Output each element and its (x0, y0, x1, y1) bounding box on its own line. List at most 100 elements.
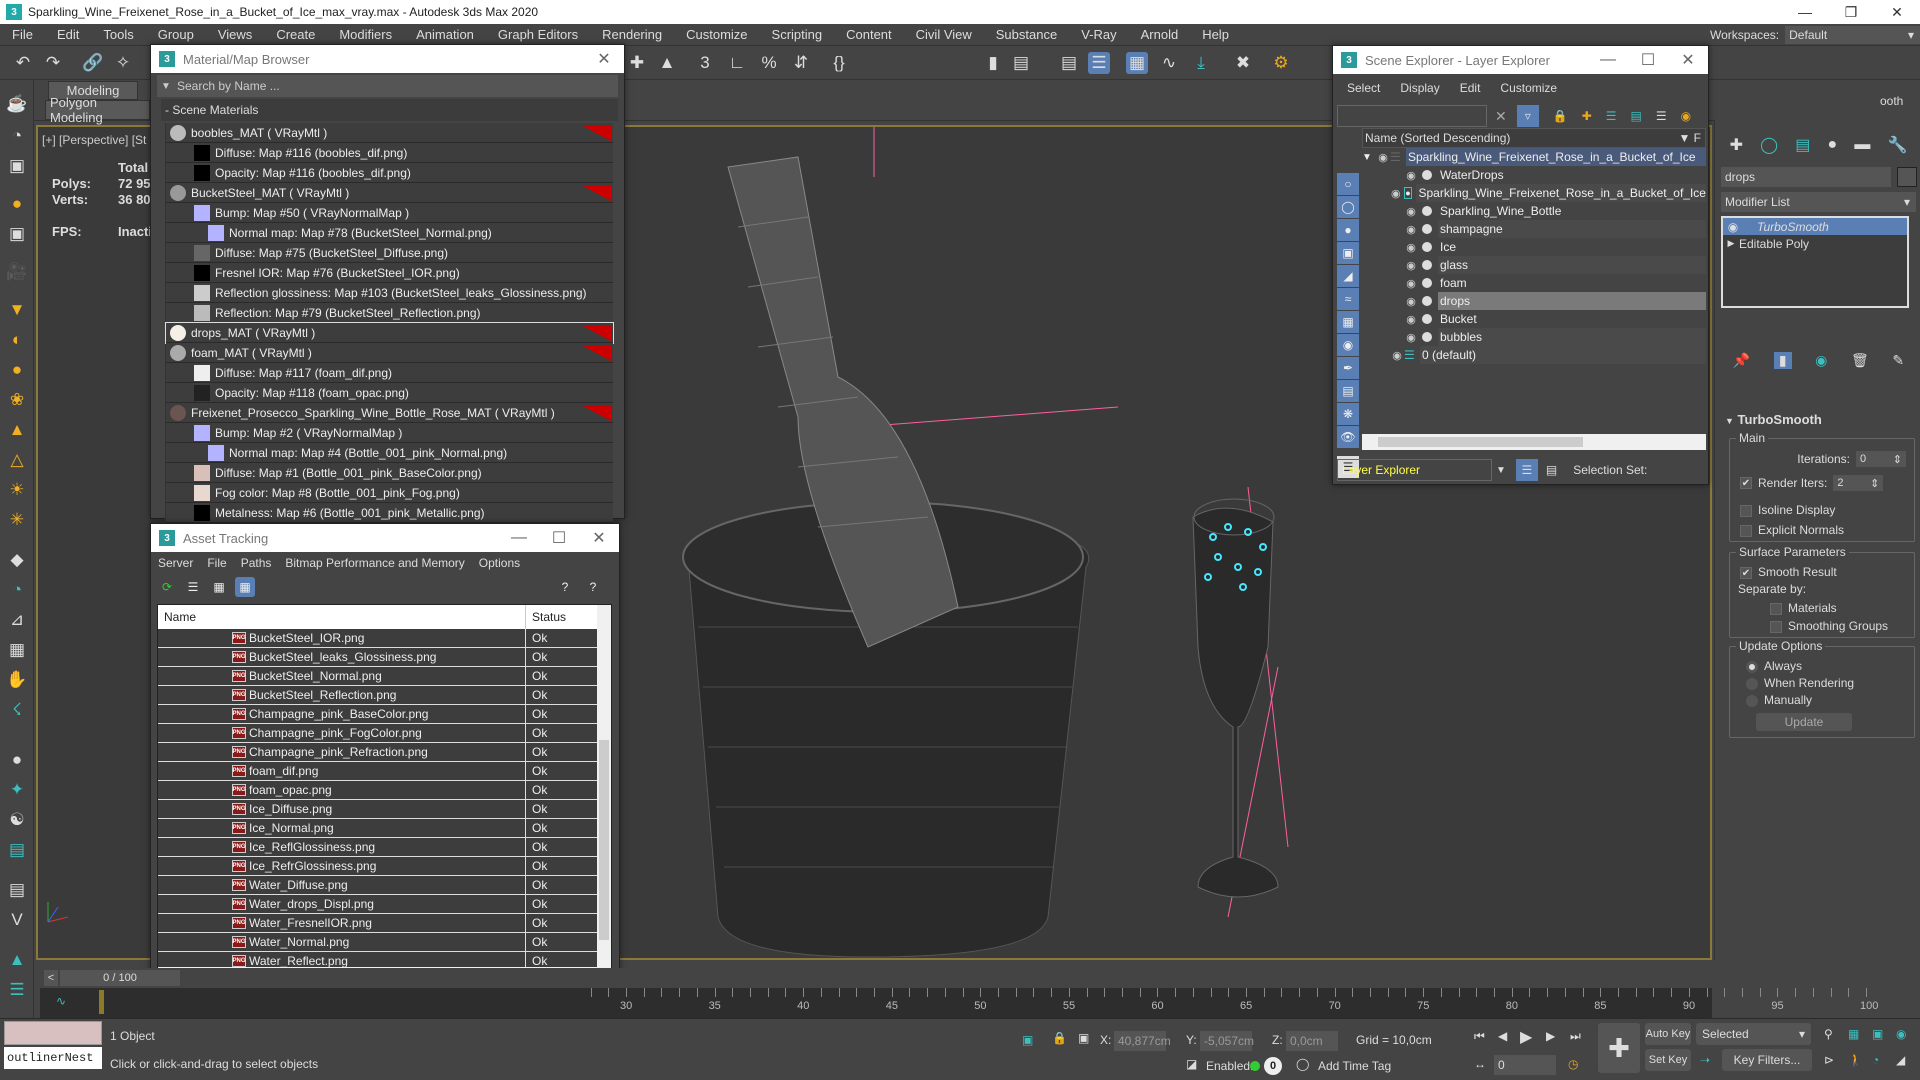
object-row[interactable]: ◉ Ice (1362, 238, 1706, 256)
object-row[interactable]: ◉ drops (1362, 292, 1706, 310)
ribbon-polygon-modeling[interactable]: Polygon Modeling (45, 95, 150, 125)
close-icon[interactable]: ✕ (1668, 46, 1708, 74)
object-row[interactable]: ◉ Bucket (1362, 310, 1706, 328)
curve-editor-icon[interactable]: ∿ (1158, 52, 1180, 74)
map-item[interactable]: Opacity: Map #118 (foam_opac.png) (166, 383, 613, 403)
zoom-icon[interactable]: ⚲ (1824, 1027, 1833, 1041)
ambient-light-icon[interactable]: △ (5, 448, 29, 472)
modifier-list-dropdown[interactable]: Modifier List ▾ (1721, 192, 1916, 212)
isolate-selection-icon[interactable]: ▣ (1022, 1033, 1033, 1047)
material-browser-titlebar[interactable]: 3 Material/Map Browser ✕ (151, 45, 624, 73)
maximize-viewport-icon[interactable]: ◢ (1896, 1053, 1905, 1067)
sphere-light-icon[interactable]: ● (5, 358, 29, 382)
time-configuration-icon[interactable]: ◷ (1568, 1057, 1578, 1071)
time-tag-icon[interactable]: ◯ (1296, 1057, 1309, 1071)
menu-file[interactable]: File (0, 27, 45, 42)
map-item[interactable]: Diffuse: Map #1 (Bottle_001_pink_BaseCol… (166, 463, 613, 483)
move-icon[interactable]: ✚ (626, 52, 648, 74)
triangle-down-icon[interactable]: ▼ (161, 81, 171, 92)
utilities-tab-icon[interactable]: 🔧 (1887, 135, 1907, 155)
hierarchy-icon[interactable]: ▤ (1631, 109, 1642, 123)
scrollbar-thumb[interactable] (599, 740, 609, 940)
restore-button[interactable]: ❐ (1828, 0, 1874, 24)
undo-icon[interactable]: ↶ (12, 52, 34, 74)
help-icon[interactable]: ? (555, 577, 575, 597)
asset-row[interactable]: PNG Ice_ReflGlossiness.png Ok (158, 838, 611, 857)
minimize-icon[interactable]: — (499, 524, 539, 552)
walk-through-icon[interactable]: 🚶 (1848, 1053, 1863, 1067)
track-bar[interactable]: ∿ 30 35 40 45 50 55 60 65 70 75 80 85 90 95 100 (40, 988, 1878, 1018)
curve-editor-mini-icon[interactable]: ∿ (56, 994, 66, 1008)
menu-animation[interactable]: Animation (404, 27, 486, 42)
menu-content[interactable]: Content (834, 27, 904, 42)
object-row[interactable]: ◉ foam (1362, 274, 1706, 292)
link-icon[interactable]: 🔗 (82, 52, 104, 74)
asset-row[interactable]: PNG BucketSteel_leaks_Glossiness.png Ok (158, 648, 611, 667)
time-slider[interactable]: < 0 / 100 (40, 968, 1712, 988)
show-end-result-icon[interactable]: ▮ (1773, 351, 1792, 369)
explorer-menu-select[interactable]: Select (1347, 81, 1380, 95)
sort-by-hierarchy-icon[interactable]: ▤ (1546, 463, 1557, 477)
asset-menu-options[interactable]: Options (472, 556, 527, 570)
layers-icon[interactable]: ☰ (1656, 109, 1667, 123)
materials-checkbox[interactable] (1770, 602, 1782, 615)
pin-stack-icon[interactable]: 📌 (1733, 352, 1750, 369)
map-item[interactable]: Metalness: Map #6 (Bottle_001_pink_Metal… (166, 503, 613, 523)
menu-rendering[interactable]: Rendering (590, 27, 674, 42)
edit-named-sets-icon[interactable]: {} (828, 52, 850, 74)
explorer-mode-dropdown[interactable]: Layer Explorer (1337, 459, 1492, 481)
ribbon-toggle-icon[interactable]: ▦ (1126, 52, 1148, 74)
menu-graph-editors[interactable]: Graph Editors (486, 27, 590, 42)
asset-row[interactable]: PNG BucketSteel_IOR.png Ok (158, 629, 611, 648)
add-time-tag[interactable]: Add Time Tag (1318, 1059, 1391, 1073)
zoom-extents-all-icon[interactable]: ◉ (1896, 1027, 1906, 1041)
vray-sphere-icon[interactable]: ● (5, 748, 29, 772)
mirror-icon[interactable]: ▮ (982, 52, 1004, 74)
map-item[interactable]: Bump: Map #50 ( VRayNormalMap ) (166, 203, 613, 223)
asset-row[interactable]: PNG BucketSteel_Reflection.png Ok (158, 686, 611, 705)
sort-by-layer-icon[interactable]: ☰ (1515, 459, 1538, 481)
absolute-mode-icon[interactable]: ▣ (1078, 1031, 1089, 1045)
close-button[interactable]: ✕ (1874, 0, 1920, 24)
column-status[interactable]: Status (526, 605, 596, 629)
hidden-filter-icon[interactable]: 👁 (1337, 426, 1359, 448)
explorer-menu-customize[interactable]: Customize (1500, 81, 1557, 95)
menu-v-ray[interactable]: V-Ray (1069, 27, 1128, 42)
material-search-input[interactable]: ▼ Search by Name ... (157, 75, 618, 97)
context-help-icon[interactable]: ? (583, 577, 603, 597)
camera-icon[interactable]: 🎥 (5, 260, 29, 284)
set-key-button[interactable]: Set Key (1645, 1049, 1691, 1071)
percent-snap-icon[interactable]: % (758, 52, 780, 74)
motion-tab-icon[interactable]: ● (1827, 136, 1837, 154)
clear-icon[interactable]: ✕ (1495, 108, 1507, 125)
map-item[interactable]: Normal map: Map #4 (Bottle_001_pink_Norm… (166, 443, 613, 463)
mesh-light-icon[interactable]: ❀ (5, 388, 29, 412)
asset-menu-file[interactable]: File (200, 556, 233, 570)
rollout-title[interactable]: ▼ TurboSmooth (1721, 410, 1916, 427)
viewport-label[interactable]: [+] [Perspective] [St (42, 133, 146, 147)
refresh-icon[interactable]: ⟳ (157, 577, 177, 597)
key-tangent-icon[interactable]: ➝ (1700, 1053, 1710, 1067)
asset-row[interactable]: PNG Water_drops_Displ.png Ok (158, 895, 611, 914)
zoom-all-icon[interactable]: ▦ (1848, 1027, 1859, 1041)
configure-sets-icon[interactable]: ✎ (1892, 352, 1904, 369)
scene-materials-header[interactable]: - Scene Materials (161, 99, 618, 121)
asset-row[interactable]: PNG Water_Normal.png Ok (158, 933, 611, 952)
active-shade-icon[interactable]: ◔ (5, 124, 29, 148)
workspaces-dropdown[interactable]: Default ▾ (1785, 26, 1920, 44)
asset-row[interactable]: PNG Ice_Normal.png Ok (158, 819, 611, 838)
sort-arrow-icon[interactable]: ▼ F (1678, 131, 1705, 145)
asset-row[interactable]: PNG Champagne_pink_BaseColor.png Ok (158, 705, 611, 724)
render-setup-icon[interactable]: ⚙ (1270, 52, 1292, 74)
unlink-icon[interactable]: ✧ (112, 52, 134, 74)
isoline-checkbox[interactable] (1740, 504, 1752, 517)
expand-arrow-icon[interactable]: ▶ (1723, 238, 1739, 249)
cameras-filter-icon[interactable]: ▣ (1337, 242, 1359, 264)
list-icon[interactable]: ☰ (5, 978, 29, 1002)
layer-explorer-icon[interactable]: ☰ (1088, 52, 1110, 74)
vray-plane-icon[interactable]: ⊿ (5, 608, 29, 632)
visibility-eye-icon[interactable]: ◉ (1376, 151, 1390, 164)
vray-scatter-icon[interactable]: ✋ (5, 668, 29, 692)
explicit-normals-checkbox[interactable] (1740, 524, 1752, 537)
update-button[interactable]: Update (1756, 713, 1852, 731)
